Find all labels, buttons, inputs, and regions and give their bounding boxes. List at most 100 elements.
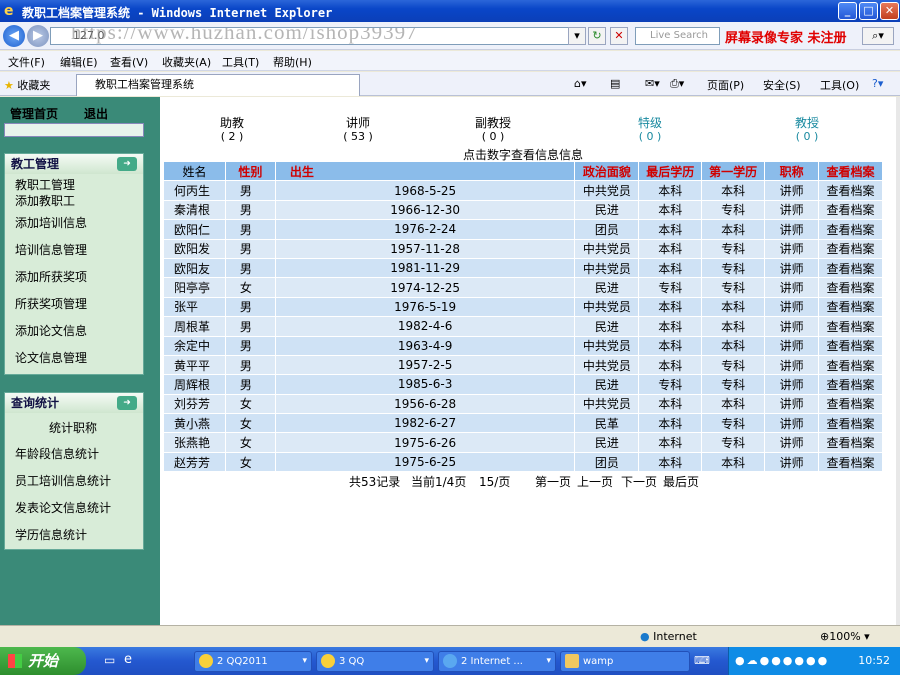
cell-gender: 女	[224, 432, 276, 453]
zoom-control[interactable]: ⊕100% ▾	[820, 630, 870, 643]
quicklaunch-folder-icon[interactable]: ▭	[104, 653, 115, 667]
taskbar-item-wamp[interactable]: wamp	[560, 651, 690, 672]
forward-button[interactable]: ▶	[27, 25, 49, 47]
menu-file[interactable]: 文件(F)	[8, 54, 45, 70]
sidebar-item-add-staff[interactable]: 添加教职工	[15, 192, 75, 209]
cell-name: 欧阳发	[163, 238, 226, 259]
favorites-button[interactable]: ★ 收藏夹	[4, 77, 50, 93]
close-button[interactable]: ✕	[880, 2, 899, 20]
view-record-link[interactable]: 查看档案	[818, 219, 883, 240]
sidebar-item-paper-manage[interactable]: 论文信息管理	[15, 349, 87, 366]
recorder-watermark: 屏幕录像专家 未注册	[725, 31, 847, 46]
keyboard-icon[interactable]: ⌨	[694, 654, 710, 667]
home-icon[interactable]: ⌂▾	[574, 77, 587, 90]
start-button[interactable]: 开始	[0, 647, 86, 675]
view-record-link[interactable]: 查看档案	[818, 451, 883, 473]
cell-gender: 女	[224, 393, 276, 415]
table-row: 刘芬芳女 1956-6-28 中共党员 本科 本科 讲师 查看档案	[163, 393, 883, 415]
sidebar-item-staff-manage[interactable]: 教职工管理	[15, 176, 75, 193]
view-record-link[interactable]: 查看档案	[818, 354, 883, 376]
sidebar-item-training-manage[interactable]: 培训信息管理	[15, 241, 87, 258]
view-record-link[interactable]: 查看档案	[818, 374, 883, 395]
taskbar-item-qq2011[interactable]: 2 QQ2011 ▾	[194, 651, 312, 672]
stat-count-assistant[interactable]: ( 2 )	[187, 130, 277, 143]
menu-favorites[interactable]: 收藏夹(A)	[162, 54, 211, 70]
tray-icons[interactable]: ●☁●●●●●●	[735, 654, 829, 667]
stat-count-special[interactable]: ( 0 )	[605, 130, 695, 143]
table-row: 周根革男 1982-4-6 民进 本科 本科 讲师 查看档案	[163, 316, 883, 337]
cell-name: 刘芬芳	[163, 393, 226, 415]
mail-icon[interactable]: ✉▾	[645, 77, 660, 90]
view-record-link[interactable]: 查看档案	[818, 413, 883, 434]
help-icon[interactable]: ?▾	[872, 77, 883, 90]
stat-count-assoc-prof[interactable]: ( 0 )	[448, 130, 538, 143]
cell-first-degree: 专科	[701, 257, 766, 279]
taskbar-item-internet[interactable]: 2 Internet ... ▾	[438, 651, 556, 672]
taskbar-item-label: wamp	[583, 656, 614, 667]
menu-help[interactable]: 帮助(H)	[273, 54, 312, 70]
ie-icon	[443, 654, 457, 668]
view-record-link[interactable]: 查看档案	[818, 296, 883, 318]
view-record-link[interactable]: 查看档案	[818, 277, 883, 298]
home-link[interactable]: 管理首页	[10, 105, 58, 122]
sidebar-item-age-stats[interactable]: 年龄段信息统计	[15, 445, 99, 462]
cell-name: 何丙生	[163, 180, 226, 201]
view-record-link[interactable]: 查看档案	[818, 180, 883, 201]
maximize-button[interactable]: □	[859, 2, 878, 20]
view-record-link[interactable]: 查看档案	[818, 238, 883, 259]
sidebar-item-training-stats[interactable]: 员工培训信息统计	[15, 472, 111, 489]
address-dropdown-icon[interactable]: ▾	[568, 27, 586, 45]
cell-title: 讲师	[764, 374, 820, 395]
sidebar-item-title-stats[interactable]: 统计职称	[49, 419, 97, 436]
address-input[interactable]: 127.0 https://www.huzhan.com/ishop39397	[50, 27, 583, 45]
view-record-link[interactable]: 查看档案	[818, 316, 883, 337]
print-icon[interactable]: ⎙▾	[670, 77, 684, 91]
minimize-button[interactable]: _	[838, 2, 857, 20]
col-header-title: 职称	[764, 160, 820, 182]
tools-menu[interactable]: 工具(O)	[820, 77, 859, 93]
taskbar-item-qq[interactable]: 3 QQ ▾	[316, 651, 434, 672]
vertical-scrollbar[interactable]	[896, 97, 900, 625]
cell-title: 讲师	[764, 277, 820, 298]
menu-tools[interactable]: 工具(T)	[222, 54, 259, 70]
main-panel: 助教 ( 2 ) 讲师 ( 53 ) 副教授 ( 0 ) 特级 ( 0 ) 教授…	[163, 97, 883, 625]
stop-icon[interactable]: ✕	[610, 27, 628, 45]
back-button[interactable]: ◀	[3, 25, 25, 47]
sidebar-item-paper-stats[interactable]: 发表论文信息统计	[15, 499, 111, 516]
taskbar: 开始 ▭ e 2 QQ2011 ▾ 3 QQ ▾ 2 Internet ... …	[0, 647, 900, 675]
view-record-link[interactable]: 查看档案	[818, 432, 883, 453]
col-header-first-degree: 第一学历	[701, 160, 766, 182]
search-input[interactable]: Live Search	[635, 27, 720, 45]
view-record-link[interactable]: 查看档案	[818, 393, 883, 415]
view-record-link[interactable]: 查看档案	[818, 257, 883, 279]
stat-count-professor[interactable]: ( 0 )	[762, 130, 852, 143]
pager-last[interactable]: 最后页	[663, 473, 699, 490]
pager-prev[interactable]: 上一页	[577, 473, 613, 490]
menu-view[interactable]: 查看(V)	[110, 54, 148, 70]
quicklaunch-ie-icon[interactable]: e	[124, 652, 132, 667]
logout-link[interactable]: 退出	[84, 105, 108, 122]
browser-tab[interactable]: 教职工档案管理系统	[76, 74, 360, 96]
cell-last-degree: 本科	[638, 413, 703, 434]
cell-name: 欧阳友	[163, 257, 226, 279]
search-icon[interactable]: ⌕▾	[862, 27, 894, 45]
refresh-icon[interactable]: ↻	[588, 27, 606, 45]
pager-next[interactable]: 下一页	[621, 473, 657, 490]
sidebar-item-degree-stats[interactable]: 学历信息统计	[15, 526, 87, 543]
sidebar-item-add-award[interactable]: 添加所获奖项	[15, 268, 87, 285]
view-record-link[interactable]: 查看档案	[818, 199, 883, 221]
page-menu[interactable]: 页面(P)	[707, 77, 744, 93]
menu-edit[interactable]: 编辑(E)	[60, 54, 98, 70]
sidebar-item-add-paper[interactable]: 添加论文信息	[15, 322, 87, 339]
sidebar-item-award-manage[interactable]: 所获奖项管理	[15, 295, 87, 312]
qq-icon	[199, 654, 213, 668]
zoom-icon: ⊕	[820, 630, 830, 643]
sidebar-item-add-training[interactable]: 添加培训信息	[15, 214, 87, 231]
safety-menu[interactable]: 安全(S)	[763, 77, 801, 93]
feeds-icon[interactable]: ▤	[610, 77, 620, 90]
stat-count-lecturer[interactable]: ( 53 )	[313, 130, 403, 143]
view-record-link[interactable]: 查看档案	[818, 335, 883, 356]
pager-first[interactable]: 第一页	[535, 473, 571, 490]
table-row: 张燕艳女 1975-6-26 民进 本科 专科 讲师 查看档案	[163, 432, 883, 453]
cell-last-degree: 本科	[638, 199, 703, 221]
